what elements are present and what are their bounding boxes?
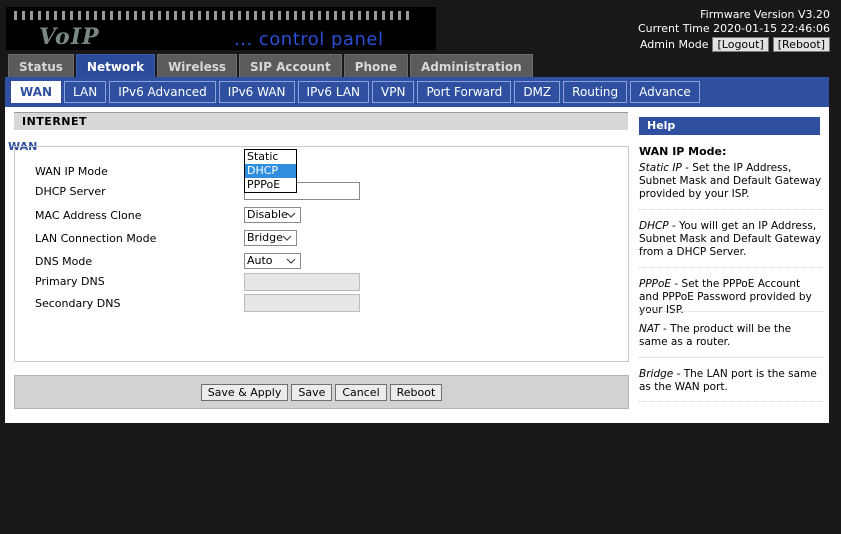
primary-dns-label: Primary DNS	[35, 275, 105, 288]
help-term: NAT	[639, 323, 660, 335]
header-reboot-button[interactable]: [Reboot]	[772, 37, 830, 52]
secondary-dns-label: Secondary DNS	[35, 297, 121, 310]
dhcp-server-label: DHCP Server	[35, 185, 106, 198]
main-tabs: Status Network Wireless SIP Account Phon…	[8, 54, 533, 77]
lan-mode-label: LAN Connection Mode	[35, 232, 157, 245]
help-divider	[639, 267, 823, 268]
help-term: DHCP	[639, 220, 669, 232]
primary-dns-input[interactable]	[244, 273, 360, 291]
tab-administration[interactable]: Administration	[409, 54, 533, 77]
dropdown-option-pppoe[interactable]: PPPoE	[245, 178, 296, 192]
firmware-version: Firmware Version V3.20	[700, 8, 830, 21]
lan-mode-value: Bridge	[247, 231, 283, 244]
reboot-button[interactable]: Reboot	[389, 383, 443, 401]
help-divider	[639, 357, 823, 358]
cancel-button[interactable]: Cancel	[335, 383, 387, 401]
help-item-bridge: Bridge - The LAN port is the same as the…	[639, 368, 823, 394]
wan-ip-mode-label: WAN IP Mode	[35, 165, 108, 178]
content-area: INTERNET WAN WAN IP Mode Static DHCP PPP…	[5, 107, 829, 423]
help-term: Static IP	[639, 162, 682, 174]
tab-network[interactable]: Network	[75, 54, 156, 77]
help-item-static: Static IP - Set the IP Address, Subnet M…	[639, 162, 823, 201]
help-term: Bridge	[639, 368, 674, 380]
header-info: Firmware Version V3.20 Current Time 2020…	[638, 8, 830, 52]
chevron-down-icon	[286, 258, 296, 264]
dns-mode-value: Auto	[247, 254, 273, 267]
dns-mode-label: DNS Mode	[35, 255, 93, 268]
help-item-dhcp: DHCP - You will get an IP Address, Subne…	[639, 220, 823, 259]
help-text: - The product will be the same as a rout…	[639, 323, 792, 348]
help-header: Help	[639, 117, 820, 135]
logo-voip-text: VoIP	[39, 24, 100, 50]
action-bar: Save & Apply Save Cancel Reboot	[14, 375, 629, 409]
mac-clone-label: MAC Address Clone	[35, 209, 142, 222]
help-divider	[639, 311, 823, 312]
logout-button[interactable]: [Logout]	[712, 37, 769, 52]
subtab-vpn[interactable]: VPN	[372, 81, 415, 103]
help-divider	[639, 209, 823, 210]
chevron-down-icon	[282, 235, 292, 241]
subtab-ipv6-lan[interactable]: IPv6 LAN	[297, 81, 370, 103]
section-title: INTERNET	[14, 112, 628, 130]
help-divider	[639, 401, 823, 402]
wan-fieldset: WAN IP Mode Static DHCP PPPoE DHCP Serve…	[14, 146, 629, 362]
dropdown-option-dhcp[interactable]: DHCP	[245, 164, 296, 178]
dropdown-option-static[interactable]: Static	[245, 150, 296, 164]
save-apply-button[interactable]: Save & Apply	[200, 383, 289, 401]
logo-bars	[14, 11, 409, 20]
tab-wireless[interactable]: Wireless	[157, 54, 238, 77]
sub-tabs: WAN LAN IPv6 Advanced IPv6 WAN IPv6 LAN …	[5, 77, 829, 107]
subtab-lan[interactable]: LAN	[64, 81, 107, 103]
subtab-port-forward[interactable]: Port Forward	[417, 81, 512, 103]
dns-mode-select[interactable]: Auto	[244, 253, 301, 269]
secondary-dns-input[interactable]	[244, 294, 360, 312]
lan-mode-select[interactable]: Bridge	[244, 230, 297, 246]
mac-clone-select[interactable]: Disable	[244, 207, 301, 223]
subtab-ipv6-wan[interactable]: IPv6 WAN	[218, 81, 295, 103]
mac-clone-value: Disable	[247, 208, 288, 221]
subtab-ipv6-advanced[interactable]: IPv6 Advanced	[109, 81, 216, 103]
logo: VoIP ... control panel	[6, 7, 436, 50]
tab-sip-account[interactable]: SIP Account	[239, 54, 342, 77]
help-subtitle: WAN IP Mode:	[639, 145, 727, 158]
subtab-wan[interactable]: WAN	[11, 81, 62, 103]
wan-ip-mode-dropdown[interactable]: Static DHCP PPPoE	[244, 149, 297, 193]
logo-control-panel-text: ... control panel	[234, 29, 384, 50]
subtab-routing[interactable]: Routing	[563, 81, 628, 103]
subtab-dmz[interactable]: DMZ	[514, 81, 561, 103]
tab-status[interactable]: Status	[8, 54, 74, 77]
help-term: PPPoE	[639, 278, 672, 290]
subtab-advance[interactable]: Advance	[630, 81, 700, 103]
admin-mode-label: Admin Mode	[639, 37, 709, 51]
save-button[interactable]: Save	[291, 383, 333, 401]
help-item-nat: NAT - The product will be the same as a …	[639, 323, 823, 349]
chevron-down-icon	[286, 212, 296, 218]
current-time: Current Time 2020-01-15 22:46:06	[637, 22, 830, 35]
tab-phone[interactable]: Phone	[343, 54, 408, 77]
